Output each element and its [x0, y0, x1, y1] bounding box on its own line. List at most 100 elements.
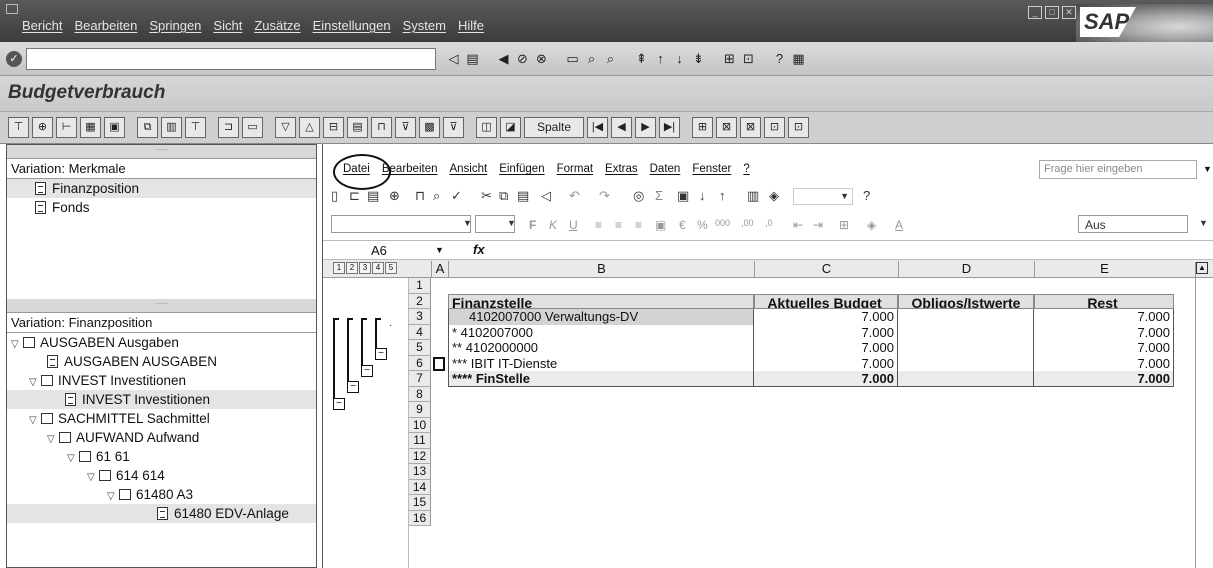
align-center-icon[interactable]: ≡ [615, 218, 622, 232]
cell-rest[interactable]: 7.000 [1034, 340, 1174, 356]
row-header[interactable]: 1 [409, 278, 431, 294]
function-fx-icon[interactable]: fx [473, 242, 485, 257]
cell-finanzstelle[interactable]: **** FinStelle [448, 371, 754, 387]
excel-menu-help[interactable]: ? [743, 163, 749, 175]
menu-bearbeiten[interactable]: Bearbeiten [74, 18, 137, 33]
open-folder-icon[interactable]: ⊏ [349, 188, 360, 204]
command-field[interactable] [26, 48, 436, 70]
column-header-d[interactable]: D [898, 261, 1034, 278]
outline-level-2[interactable]: 2 [346, 262, 358, 274]
cell-budget[interactable]: 7.000 [754, 371, 898, 387]
chart-wizard-icon[interactable]: ▥ [747, 188, 759, 204]
outline-level-3[interactable]: 3 [359, 262, 371, 274]
row-header[interactable]: 10 [409, 417, 431, 433]
last-page-icon[interactable]: ⇟ [691, 51, 706, 66]
layout-icon[interactable]: ▩ [419, 117, 440, 138]
menu-hilfe[interactable]: Hilfe [458, 18, 484, 33]
total-row[interactable]: **** FinStelle 7.000 7.000 [431, 371, 1213, 387]
copy-icon[interactable]: ⧉ [499, 188, 508, 204]
row-header[interactable]: 16 [409, 510, 431, 526]
name-box-dropdown-icon[interactable]: ▼ [435, 245, 444, 255]
table-row[interactable]: *** IBIT IT-Dienste 7.000 7.000 [431, 355, 1213, 371]
increase-decimal-icon[interactable]: ,00 [741, 218, 754, 228]
menu-einstellungen[interactable]: Einstellungen [313, 18, 391, 33]
scroll-up-icon[interactable]: ▲ [1196, 262, 1208, 274]
excel-menu-format[interactable]: Format [557, 163, 593, 175]
next-page-icon[interactable]: ↓ [672, 51, 687, 66]
excel-menu-ansicht[interactable]: Ansicht [449, 163, 487, 175]
undo-icon[interactable]: ↶ [569, 188, 580, 204]
row-header[interactable]: 13 [409, 464, 431, 480]
cell-budget[interactable]: 7.000 [754, 324, 898, 340]
tree-node[interactable]: ▽ AUSGABEN Ausgaben [7, 333, 316, 352]
tree-node[interactable]: 61480 EDV-Anlage [7, 504, 316, 523]
filter-icon[interactable]: ⊽ [443, 117, 464, 138]
system-menu-icon[interactable] [6, 4, 18, 14]
collapse-icon[interactable]: − [375, 348, 387, 360]
cell-finanzstelle[interactable]: *** IBIT IT-Dienste [448, 355, 754, 371]
tree-node[interactable]: AUSGABEN AUSGABEN [7, 352, 316, 371]
column-button[interactable]: Spalte [524, 117, 584, 138]
tree-node[interactable]: ▽ 61480 A3 [7, 485, 316, 504]
sort-desc-icon[interactable]: ▽ [275, 117, 296, 138]
autosum-icon[interactable]: Σ [655, 188, 663, 203]
excel-menu-datei[interactable]: Datei [343, 163, 370, 175]
hierarchy-icon[interactable]: ⊢ [56, 117, 77, 138]
find-next-icon[interactable]: ⌕ [603, 51, 618, 66]
tree-node[interactable]: ▽ 614 614 [7, 466, 316, 485]
prev-page-icon[interactable]: ↑ [653, 51, 668, 66]
variant-icon[interactable]: ◪ [500, 117, 521, 138]
font-dropdown-icon[interactable]: ▼ [463, 218, 472, 228]
table-row[interactable]: * 4102007000 7.000 7.000 [431, 324, 1213, 340]
hierarchy-all-icon[interactable]: ⊡ [788, 117, 809, 138]
save-icon[interactable]: ▤ [367, 188, 379, 204]
paste-icon[interactable]: ▤ [517, 188, 529, 204]
table-row[interactable]: 4102007000 Verwaltungs-DV 7.000 7.000 [431, 309, 1213, 325]
row-header[interactable]: 15 [409, 495, 431, 511]
column-setting-icon[interactable]: ⊞ [692, 117, 713, 138]
cell-finanzstelle[interactable]: ** 4102000000 [448, 340, 754, 356]
hierarchy-up-icon[interactable]: ⊠ [740, 117, 761, 138]
cell-rest[interactable]: 7.000 [1034, 355, 1174, 371]
sort-asc-icon[interactable]: ↓ [699, 188, 706, 203]
row-header[interactable]: 3 [409, 309, 431, 325]
ask-question-input[interactable]: Frage hier eingeben [1039, 160, 1197, 179]
collapse-icon[interactable]: − [333, 398, 345, 410]
font-name-select[interactable] [331, 215, 471, 233]
cell-finanzstelle[interactable]: 4102007000 Verwaltungs-DV [448, 309, 754, 325]
menu-springen[interactable]: Springen [149, 18, 201, 33]
zoom-box[interactable]: ▼ [793, 188, 853, 205]
spelling-icon[interactable]: ✓ [451, 188, 462, 204]
cell-budget[interactable]: 7.000 [754, 355, 898, 371]
cut-icon[interactable]: ✂ [481, 188, 492, 204]
expand-triangle-icon[interactable]: ▽ [29, 411, 41, 430]
hierarchy-down-icon[interactable]: ⊡ [764, 117, 785, 138]
expand-triangle-icon[interactable]: ▽ [67, 449, 79, 468]
align-left-icon[interactable]: ≡ [595, 218, 602, 232]
drawing-icon[interactable]: ◈ [769, 188, 779, 204]
table-row[interactable]: ** 4102000000 7.000 7.000 [431, 340, 1213, 356]
menu-zusaetze[interactable]: Zusätze [254, 18, 300, 33]
expand-triangle-icon[interactable]: ▽ [87, 468, 99, 487]
collapse-icon[interactable]: − [361, 365, 373, 377]
save-icon[interactable]: ▤ [465, 51, 480, 66]
bold-icon[interactable]: F [529, 218, 536, 232]
column-header-e[interactable]: E [1034, 261, 1174, 278]
permission-icon[interactable]: ⊕ [389, 188, 400, 204]
last-column-icon[interactable]: ▶| [659, 117, 680, 138]
cell-obligo[interactable] [898, 355, 1034, 371]
excel-menu-bearbeiten[interactable]: Bearbeiten [382, 163, 438, 175]
exit-icon[interactable]: ⊘ [515, 51, 530, 66]
sort-desc-icon[interactable]: ↑ [719, 188, 726, 203]
maximize-icon[interactable]: □ [1045, 6, 1059, 19]
name-box[interactable]: A6 [371, 243, 387, 258]
sort-asc-icon[interactable]: △ [299, 117, 320, 138]
header-finanzstelle[interactable]: Finanzstelle [448, 293, 754, 309]
underline-icon[interactable]: U [569, 218, 578, 232]
row-header[interactable]: 14 [409, 479, 431, 495]
expand-triangle-icon[interactable]: ▽ [29, 373, 41, 392]
prev-column-icon[interactable]: ◀ [611, 117, 632, 138]
redo-icon[interactable]: ↷ [599, 188, 610, 204]
cell-finanzstelle[interactable]: * 4102007000 [448, 324, 754, 340]
table-icon[interactable]: ▦ [80, 117, 101, 138]
